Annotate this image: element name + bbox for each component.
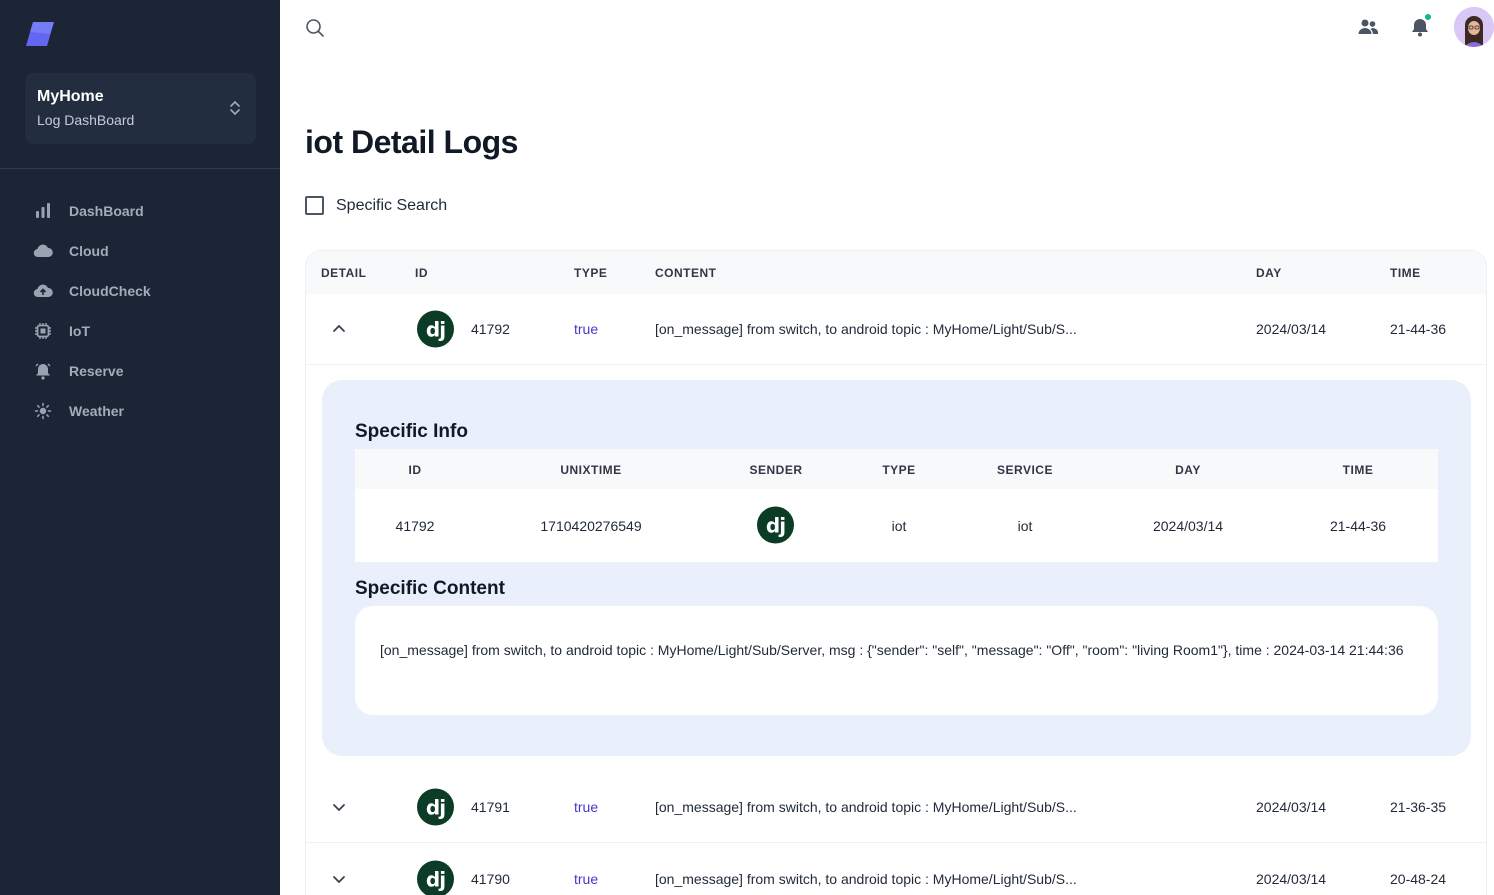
table-row[interactable]: dj 41791 true [on_message] from switch, … [306,772,1486,843]
info-col-unixtime: UNIXTIME [560,463,622,477]
django-avatar: dj [417,310,454,348]
sidebar-item-reserve[interactable]: Reserve [0,351,280,391]
info-id: 41792 [395,518,435,534]
specific-info-header: ID UNIXTIME SENDER TYPE SERVICE DAY TIME [355,449,1438,489]
workspace-selector[interactable]: MyHome Log DashBoard [25,73,256,144]
chevron-up-icon[interactable] [330,320,348,338]
avatar[interactable] [1454,7,1494,47]
workspace-subtitle: Log DashBoard [37,112,135,128]
chevron-down-icon[interactable] [330,870,348,888]
row-day: 2024/03/14 [1256,799,1327,815]
sidebar-item-label: Weather [69,403,124,419]
row-time: 20-48-24 [1390,871,1447,887]
specific-search-label: Specific Search [336,196,448,214]
info-unixtime: 1710420276549 [540,518,642,534]
row-id: 41791 [471,799,510,815]
chip-icon [33,321,53,341]
sun-icon [33,401,53,421]
sidebar-item-iot[interactable]: IoT [0,311,280,351]
specific-content-text: [on_message] from switch, to android top… [355,606,1438,715]
specific-content-heading: Specific Content [355,578,505,599]
sidebar-item-label: CloudCheck [69,283,151,299]
info-day: 2024/03/14 [1152,518,1224,534]
table-row[interactable]: dj 41792 true [on_message] from switch, … [306,294,1486,365]
specific-search-toggle[interactable]: Specific Search [305,196,447,215]
row-time: 21-44-36 [1390,321,1447,337]
sidebar-item-cloudcheck[interactable]: CloudCheck [0,271,280,311]
info-col-sender: SENDER [749,463,803,477]
notifications-button[interactable] [1408,13,1432,39]
sidebar-item-weather[interactable]: Weather [0,391,280,431]
column-header-type: TYPE [574,266,608,280]
bar-chart-icon [33,201,53,221]
page-title: iot Detail Logs [305,124,518,160]
sidebar-item-label: Cloud [69,243,109,259]
user-avatar-icon [1454,7,1494,47]
row-time: 21-36-35 [1390,799,1447,815]
info-col-day: DAY [1175,463,1201,477]
logs-table: DETAIL ID TYPE CONTENT DAY TIME dj 41792… [305,250,1487,895]
info-type: iot [891,518,907,534]
row-content: [on_message] from switch, to android top… [655,871,1077,887]
sidebar-divider [0,168,280,169]
row-day: 2024/03/14 [1256,321,1327,337]
alarm-bell-icon [33,361,53,381]
specific-search-checkbox[interactable] [305,196,324,215]
sidebar-nav: DashBoard Cloud CloudCheck IoT Reserve W… [0,191,280,431]
row-content: [on_message] from switch, to android top… [655,799,1077,815]
info-col-service: SERVICE [997,463,1053,477]
django-avatar: dj [417,860,454,895]
info-col-time: TIME [1342,463,1374,477]
column-header-day: DAY [1256,266,1282,280]
info-col-id: ID [408,463,422,477]
search-icon[interactable] [304,17,326,39]
chevron-up-down-icon [230,100,240,116]
info-col-type: TYPE [882,463,916,477]
workspace-title: MyHome [37,88,104,105]
cloud-icon [33,241,53,261]
column-header-detail: DETAIL [321,266,367,280]
column-header-content: CONTENT [655,266,717,280]
table-header: DETAIL ID TYPE CONTENT DAY TIME [306,251,1486,294]
specific-info-table: ID UNIXTIME SENDER TYPE SERVICE DAY TIME… [355,449,1438,562]
row-type: true [574,871,599,887]
sidebar-item-cloud[interactable]: Cloud [0,231,280,271]
logo-icon[interactable] [24,18,56,50]
column-header-time: TIME [1390,266,1421,280]
row-content: [on_message] from switch, to android top… [655,321,1077,337]
row-detail-panel: Specific Info ID UNIXTIME SENDER TYPE SE… [322,380,1471,756]
sidebar: MyHome Log DashBoard DashBoard Cloud Clo… [0,0,280,895]
row-id: 41790 [471,871,510,887]
table-row[interactable]: dj 41790 true [on_message] from switch, … [306,844,1486,895]
row-id: 41792 [471,321,510,337]
notification-badge [1424,13,1432,21]
info-time: 21-44-36 [1329,518,1387,534]
sidebar-item-label: Reserve [69,363,124,379]
specific-info-heading: Specific Info [355,421,468,442]
row-type: true [574,799,599,815]
column-header-id: ID [415,266,428,280]
users-icon[interactable] [1357,16,1379,38]
cloud-upload-icon [33,281,53,301]
chevron-down-icon[interactable] [330,798,348,816]
row-day: 2024/03/14 [1256,871,1327,887]
row-type: true [574,321,599,337]
django-avatar: dj [417,788,454,826]
sidebar-item-label: DashBoard [69,203,144,219]
sidebar-item-label: IoT [69,323,90,339]
sidebar-item-dashboard[interactable]: DashBoard [0,191,280,231]
sender-avatar: dj [757,506,794,544]
info-service: iot [1017,518,1033,534]
